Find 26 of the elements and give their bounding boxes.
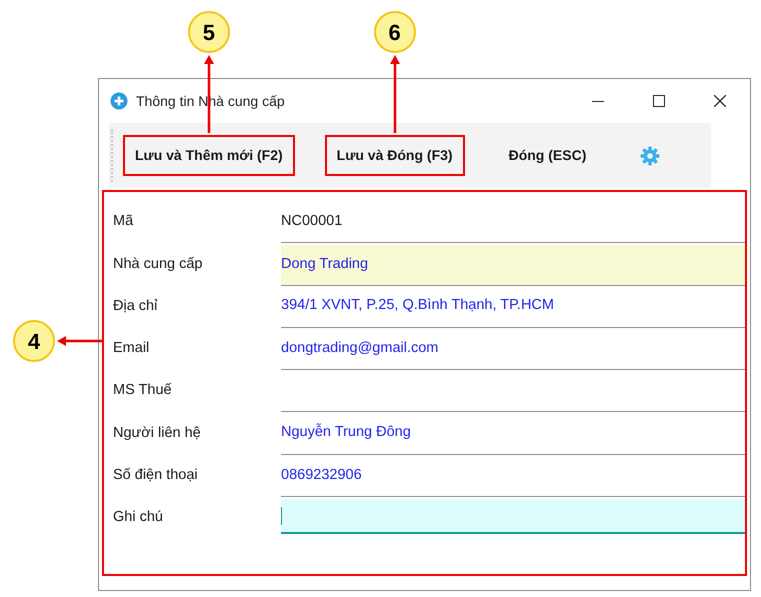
field-label: Ghi chú (112, 508, 164, 528)
input-field[interactable]: Dong Trading (281, 245, 745, 286)
maximize-icon (652, 95, 664, 107)
minimize-icon (592, 100, 604, 102)
field-label: Địa chỉ (112, 296, 158, 316)
plus-icon (110, 92, 128, 110)
field-label: Email (112, 339, 150, 358)
arrow-icon (390, 55, 400, 133)
field-label: Số điện thoại (112, 466, 199, 486)
field-label: Nhà cung cấp (112, 254, 204, 274)
input-field[interactable]: 0869232906 (281, 454, 745, 498)
field-label: MS Thuế (112, 381, 173, 400)
callout-badge: 5 (188, 11, 230, 53)
toolbar-button[interactable]: Lưu và Đóng (F3) (324, 135, 465, 176)
toolbar-button[interactable]: Lưu và Thêm mới (F2) (123, 135, 295, 176)
callout-badge: 6 (374, 11, 416, 53)
input-field[interactable] (281, 499, 745, 534)
input-field[interactable]: Nguyễn Trung Đông (281, 412, 745, 455)
toolbar-button[interactable]: Đóng (ESC) (496, 135, 598, 176)
input-field[interactable]: NC00001 (281, 201, 745, 244)
close-icon (714, 95, 726, 107)
input-field[interactable]: 394/1 XVNT, P.25, Q.Bình Thạnh, TP.HCM (281, 286, 745, 328)
input-field[interactable]: dongtrading@gmail.com (281, 328, 745, 370)
field-label: Người liên hệ (112, 424, 202, 443)
callout-badge: 4 (13, 320, 55, 362)
field-label: Mã (112, 212, 134, 232)
